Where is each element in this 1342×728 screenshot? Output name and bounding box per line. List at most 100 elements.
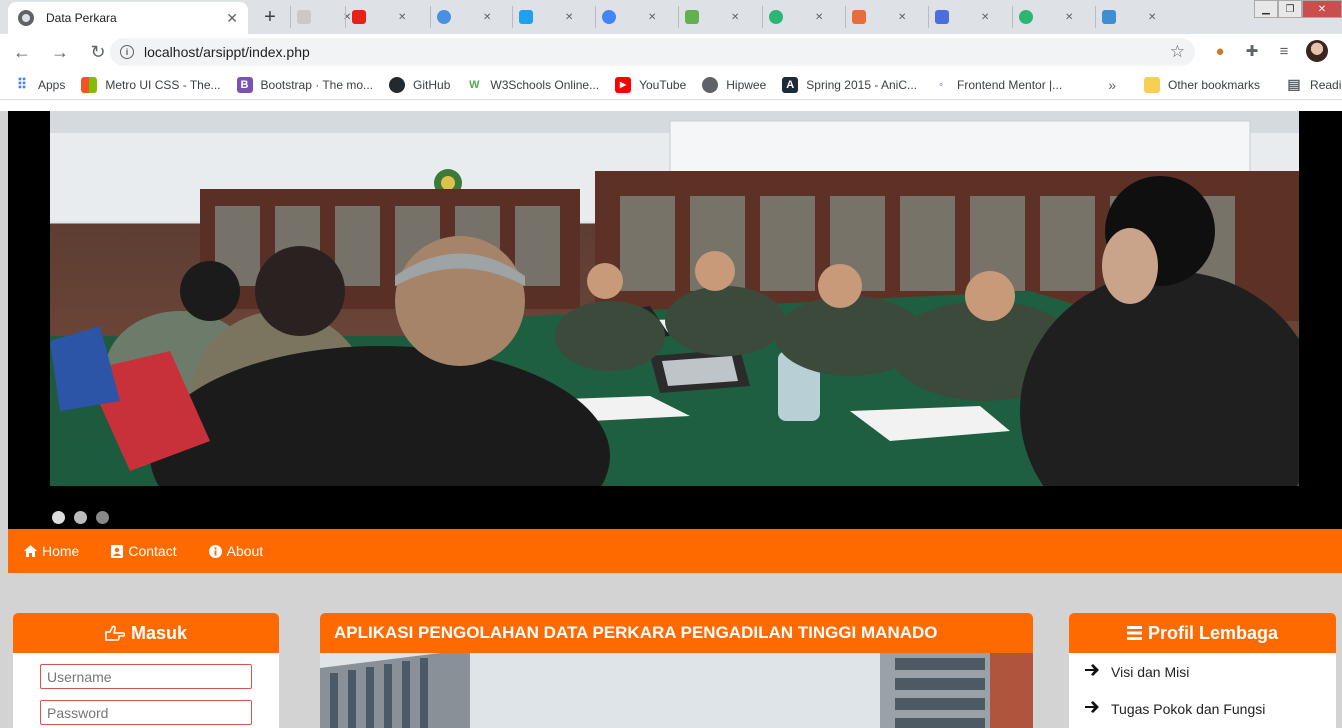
- profil-item-label: Visi dan Misi: [1111, 663, 1190, 680]
- nav-about[interactable]: About: [208, 543, 263, 559]
- carousel-indicators: [52, 511, 109, 524]
- tab-title: Data Perkara: [46, 11, 117, 25]
- contact-card-icon: [111, 544, 124, 558]
- bookmark-item[interactable]: W W3Schools Online...: [466, 77, 599, 93]
- background-tab[interactable]: ✕: [345, 6, 412, 28]
- close-icon[interactable]: ✕: [226, 10, 238, 27]
- close-icon[interactable]: ✕: [1065, 12, 1073, 23]
- main-title: APLIKASI PENGOLAHAN DATA PERKARA PENGADI…: [334, 623, 938, 642]
- bookmark-item[interactable]: ◦ Frontend Mentor |...: [933, 77, 1062, 93]
- bookmark-label: Metro UI CSS - The...: [105, 77, 221, 92]
- twitter-icon: [519, 10, 533, 24]
- minimize-icon[interactable]: ▁: [1254, 0, 1278, 18]
- login-panel: Masuk: [13, 613, 279, 728]
- bookmark-item[interactable]: ⠿ Apps: [14, 76, 66, 93]
- bookmark-star-icon[interactable]: ☆: [1170, 42, 1185, 62]
- extension-icon[interactable]: ●: [1210, 41, 1230, 61]
- home-icon: [24, 545, 37, 557]
- forward-arrow-icon[interactable]: →: [44, 36, 76, 68]
- tab-favicon-icon: [852, 10, 866, 24]
- close-icon[interactable]: ✕: [1148, 12, 1156, 23]
- bars-icon: [1126, 626, 1142, 640]
- background-tab[interactable]: ✕: [512, 6, 579, 28]
- password-input[interactable]: [40, 700, 252, 725]
- bookmark-item[interactable]: B Bootstrap · The mo...: [236, 76, 374, 93]
- tab-strip: Data Perkara ✕ + ✕ ✕ ✕ ✕ ✕ ✕ ✕ ✕ ✕ ✕ ✕ ▁…: [0, 0, 1342, 34]
- close-icon[interactable]: ✕: [981, 12, 989, 23]
- close-icon[interactable]: ✕: [398, 12, 406, 23]
- background-tab[interactable]: ✕: [678, 6, 745, 28]
- back-arrow-icon[interactable]: ←: [6, 36, 38, 68]
- bookmark-item[interactable]: Metro UI CSS - The...: [81, 76, 221, 93]
- frontend-mentor-icon: ◦: [939, 78, 943, 91]
- carousel-dot[interactable]: [74, 511, 87, 524]
- address-bar[interactable]: i localhost/arsippt/index.php ☆: [110, 38, 1195, 66]
- other-bookmarks[interactable]: Other bookmarks: [1143, 76, 1260, 93]
- profile-avatar[interactable]: [1306, 40, 1328, 62]
- tab-favicon-icon: [935, 10, 949, 24]
- active-tab[interactable]: Data Perkara ✕: [8, 2, 248, 34]
- puzzle-icon[interactable]: ✚: [1242, 41, 1262, 61]
- tab-favicon-icon: [769, 10, 783, 24]
- bookmark-label: Bootstrap · The mo...: [260, 77, 374, 92]
- background-tab[interactable]: ✕: [1095, 6, 1162, 28]
- bookmark-label: Frontend Mentor |...: [957, 77, 1063, 92]
- main-navbar: Home Contact About: [8, 529, 1342, 573]
- reading-list[interactable]: ▤ Reading li: [1286, 76, 1342, 93]
- bookmark-item[interactable]: GitHub: [389, 76, 450, 93]
- profil-panel: Profil Lembaga Visi dan Misi Tugas Pokok…: [1069, 613, 1336, 728]
- carousel[interactable]: [8, 111, 1342, 529]
- bootstrap-icon: B: [236, 76, 253, 93]
- media-queue-icon[interactable]: ≡: [1274, 41, 1294, 61]
- youtube-icon: [352, 10, 366, 24]
- close-icon[interactable]: ✕: [898, 12, 906, 23]
- bookmark-item[interactable]: Hipwee: [702, 76, 767, 93]
- profil-panel-header: Profil Lembaga: [1069, 613, 1336, 653]
- browser-toolbar: ← → ↻ i localhost/arsippt/index.php ☆ ● …: [0, 34, 1342, 70]
- google-icon: [602, 10, 616, 24]
- background-tab[interactable]: ✕: [845, 6, 912, 28]
- close-icon[interactable]: ✕: [648, 12, 656, 23]
- tab-favicon-icon: [1019, 10, 1033, 24]
- close-icon[interactable]: ✕: [815, 12, 823, 23]
- bookmark-label: Reading li: [1310, 77, 1342, 92]
- page: Home Contact About Masuk APLIKASI PEN: [0, 101, 1342, 728]
- main-panel: APLIKASI PENGOLAHAN DATA PERKARA PENGADI…: [320, 613, 1033, 728]
- extension-icons: ● ✚ ≡: [1210, 40, 1328, 62]
- background-tab[interactable]: ✕: [1012, 6, 1079, 28]
- profil-item-tugas-pokok[interactable]: Tugas Pokok dan Fungsi: [1069, 690, 1336, 727]
- profil-item-visi-misi[interactable]: Visi dan Misi: [1069, 653, 1336, 690]
- background-tab[interactable]: ✕: [928, 6, 995, 28]
- hand-pointer-icon: [105, 625, 125, 641]
- close-icon[interactable]: ✕: [731, 12, 739, 23]
- github-icon: [389, 76, 406, 93]
- reading-list-icon: ▤: [1287, 76, 1301, 92]
- window-controls: ▁ ❐ ✕: [1254, 0, 1342, 18]
- arrow-right-icon: [1085, 663, 1099, 680]
- carousel-slide-image: [50, 111, 1299, 486]
- bookmark-item[interactable]: A Spring 2015 - AniC...: [782, 76, 917, 93]
- nav-home[interactable]: Home: [24, 543, 79, 559]
- bookmark-item[interactable]: ▶ YouTube: [615, 76, 686, 93]
- username-input[interactable]: [40, 664, 252, 689]
- carousel-dot[interactable]: [52, 511, 65, 524]
- carousel-dot[interactable]: [96, 511, 109, 524]
- url-text[interactable]: localhost/arsippt/index.php: [144, 44, 1170, 60]
- background-tab[interactable]: ✕: [762, 6, 829, 28]
- info-icon[interactable]: i: [120, 45, 134, 59]
- window-close-icon[interactable]: ✕: [1302, 0, 1342, 18]
- background-tab[interactable]: ✕: [430, 6, 497, 28]
- apps-grid-icon: ⠿: [16, 76, 28, 92]
- tab-favicon-icon: [437, 10, 451, 24]
- new-tab-button[interactable]: +: [257, 5, 283, 29]
- more-bookmarks-button[interactable]: »: [1108, 77, 1116, 93]
- close-icon[interactable]: ✕: [483, 12, 491, 23]
- globe-icon: [18, 10, 34, 26]
- nav-contact[interactable]: Contact: [111, 543, 177, 559]
- maximize-icon[interactable]: ❐: [1278, 0, 1302, 18]
- close-icon[interactable]: ✕: [565, 12, 573, 23]
- bookmark-label: Hipwee: [726, 77, 767, 92]
- youtube-icon: ▶: [615, 76, 632, 93]
- background-tab[interactable]: ✕: [595, 6, 662, 28]
- meeting-photo: [50, 111, 1299, 486]
